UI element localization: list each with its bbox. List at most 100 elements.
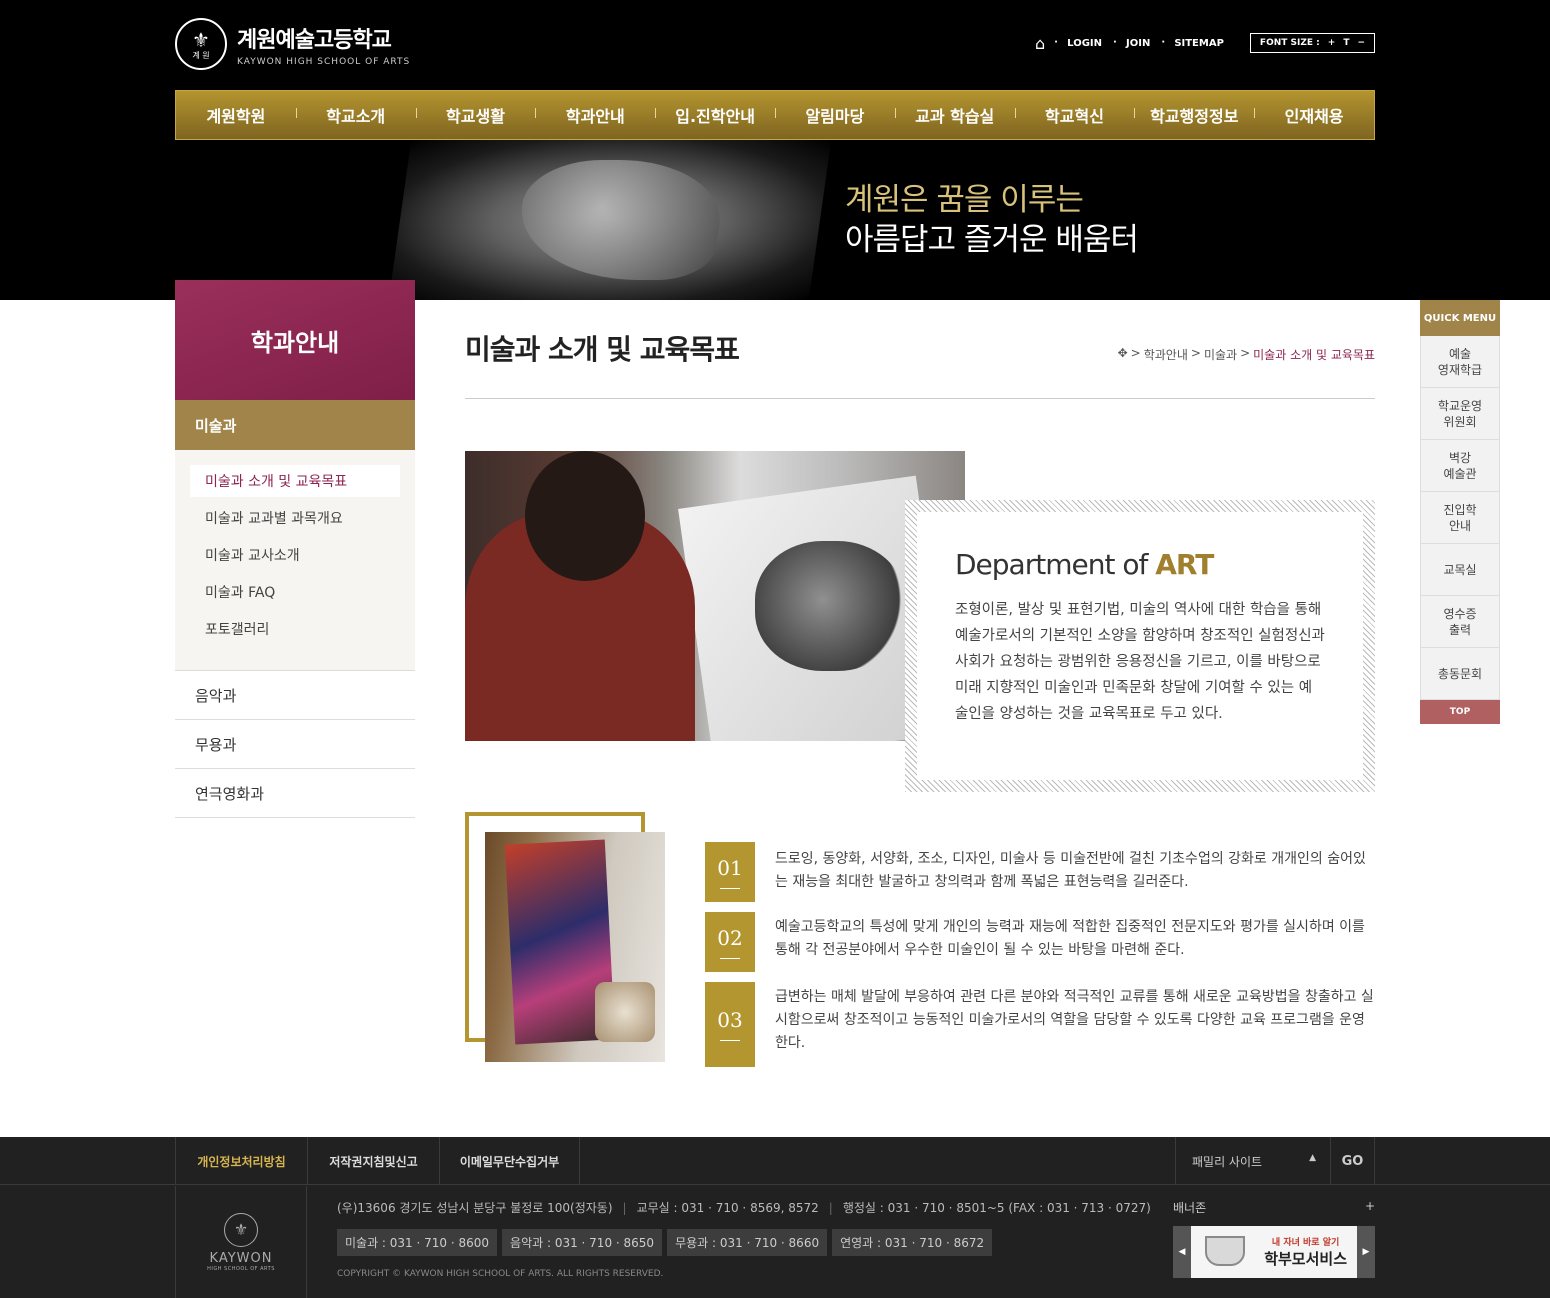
goal-text: 급변하는 매체 발달에 부응하여 관련 다른 분야와 적극적인 교류를 통해 새… (775, 989, 1374, 1051)
breadcrumb-separator: > (1130, 346, 1141, 360)
page-title: 미술과 소개 및 교육목표 (465, 333, 740, 366)
footer-link-email-refusal[interactable]: 이메일무단수집거부 (439, 1137, 580, 1185)
logo-english-name: KAYWON HIGH SCHOOL OF ARTS (237, 56, 411, 67)
main-navigation: 계원학원 학교소개 학교생활 학과안내 입.진학안내 알림마당 교과 학습실 학… (175, 90, 1375, 140)
footer-emblem-icon: ⚜ (224, 1212, 258, 1247)
font-size-control: FONT SIZE : + T − (1249, 33, 1375, 53)
banner-subtitle: 내 자녀 바로 알기 (1271, 1238, 1340, 1248)
footer-logo: ⚜ KAYWON HIGH SCHOOL OF ARTS (175, 1186, 307, 1298)
quick-item-school-committee[interactable]: 학교운영 위원회 (1420, 388, 1500, 440)
scroll-top-button[interactable]: TOP (1420, 700, 1500, 724)
goal-number: 03 (705, 982, 755, 1067)
banner-zone-header: 배너존 + (1173, 1199, 1375, 1216)
department-heading-text: Department of (955, 548, 1148, 581)
footer-logo-sub: HIGH SCHOOL OF ARTS (207, 1265, 275, 1272)
education-goal-3: 03 급변하는 매체 발달에 부응하여 관련 다른 분야와 적극적인 교류를 통… (705, 982, 1375, 1067)
admin-office-phone: 행정실 : 031 · 710 · 8501~5 (FAX : 031 · 71… (819, 1199, 1151, 1216)
hero-slogan-line2: 아름답고 즐거운 배움터 (845, 222, 1139, 258)
font-size-reset-button[interactable]: T (1343, 38, 1349, 48)
photo-student-head (525, 451, 645, 581)
department-intro-inner: Department of ART 조형이론, 발상 및 표현기법, 미술의 역… (917, 512, 1363, 780)
subnav-item-faq[interactable]: 미술과 FAQ (190, 576, 400, 608)
quick-item-chaplain-office[interactable]: 교목실 (1420, 544, 1500, 596)
gnb-item-classrooms[interactable]: 교과 학습실 (894, 103, 1015, 127)
footer-nav: 개인정보처리방침 저작권지침및신고 이메일무단수집거부 패밀리 사이트 ▲ GO (0, 1137, 1550, 1185)
breadcrumb-home-icon[interactable]: ✥ (1118, 346, 1128, 363)
gnb-item-school-life[interactable]: 학교생활 (415, 103, 536, 127)
banner-more-icon[interactable]: + (1365, 1199, 1375, 1216)
footer-link-privacy[interactable]: 개인정보처리방침 (175, 1137, 307, 1185)
utility-nav: ⌂ LOGIN JOIN SITEMAP FONT SIZE : + T − (1035, 33, 1375, 53)
hero-sketch-figure (511, 160, 729, 280)
font-size-decrease-button[interactable]: − (1357, 38, 1365, 48)
side-nav-dance-department[interactable]: 무용과 (175, 720, 415, 769)
breadcrumb-separator: > (1240, 346, 1251, 360)
gnb-item-kaywon-foundation[interactable]: 계원학원 (176, 103, 296, 127)
department-heading: Department of ART (955, 528, 1325, 586)
goal-number: 02 (705, 912, 755, 972)
side-nav-theater-film-department[interactable]: 연극영화과 (175, 769, 415, 818)
phone-theater: 연영과 : 031 · 710 · 8672 (832, 1229, 993, 1256)
home-icon[interactable]: ⌂ (1035, 34, 1045, 53)
goal-text: 드로잉, 동양화, 서양화, 조소, 디자인, 미술사 등 미술전반에 걸친 기… (775, 851, 1366, 890)
quick-menu: QUICK MENU 예술 영재학급 학교운영 위원회 벽강 예술관 진입학 안… (1420, 300, 1500, 724)
quick-item-receipt-print[interactable]: 영수증 출력 (1420, 596, 1500, 648)
photo-sketch (755, 541, 905, 671)
side-nav-music-department[interactable]: 음악과 (175, 671, 415, 720)
subnav-item-teachers[interactable]: 미술과 교사소개 (190, 539, 400, 571)
phone-art: 미술과 : 031 · 710 · 8600 (337, 1229, 498, 1256)
breadcrumb-item-art[interactable]: 미술과 (1204, 346, 1237, 363)
subnav-item-intro-goals[interactable]: 미술과 소개 및 교육목표 (190, 465, 400, 497)
banner-parent-service[interactable]: 내 자녀 바로 알기 학부모서비스 (1191, 1226, 1357, 1278)
family-site-label: 패밀리 사이트 (1192, 1154, 1263, 1169)
gnb-item-notices[interactable]: 알림마당 (774, 103, 895, 127)
gnb-item-admin-info[interactable]: 학교행정정보 (1134, 103, 1254, 127)
copyright: COPYRIGHT © KAYWON HIGH SCHOOL OF ARTS. … (337, 1269, 664, 1279)
font-size-increase-button[interactable]: + (1328, 38, 1336, 48)
quick-item-alumni[interactable]: 총동문회 (1420, 648, 1500, 700)
phone-music: 음악과 : 031 · 710 · 8650 (502, 1229, 663, 1256)
login-link[interactable]: LOGIN (1054, 37, 1114, 49)
quick-item-admission-guide[interactable]: 진입학 안내 (1420, 492, 1500, 544)
quick-item-art-hall[interactable]: 벽강 예술관 (1420, 440, 1500, 492)
sitemap-link[interactable]: SITEMAP (1161, 37, 1236, 49)
goal-number: 01 (705, 842, 755, 902)
banner-title: 학부모서비스 (1264, 1250, 1347, 1268)
breadcrumb: ✥ > 학과안내 > 미술과 > 미술과 소개 및 교육목표 (1118, 346, 1375, 363)
breadcrumb-item-current: 미술과 소개 및 교육목표 (1253, 348, 1375, 362)
education-goal-2: 02 예술고등학교의 특성에 맞게 개인의 능력과 재능에 적합한 집중적인 전… (705, 912, 1375, 972)
student-painting-photo (485, 832, 665, 1062)
breadcrumb-separator: > (1190, 346, 1201, 360)
family-site-select[interactable]: 패밀리 사이트 ▲ (1175, 1137, 1330, 1185)
department-phones: 미술과 : 031 · 710 · 8600 음악과 : 031 · 710 ·… (337, 1229, 993, 1256)
department-heading-accent: ART (1155, 548, 1214, 581)
join-link[interactable]: JOIN (1113, 37, 1162, 49)
footer-address: (우)13606 경기도 성남시 분당구 불정로 100(정자동) 교무실 : … (337, 1199, 1151, 1216)
banner-next-icon[interactable]: ▶ (1357, 1226, 1375, 1278)
gnb-item-departments[interactable]: 학과안내 (535, 103, 655, 127)
gnb-item-innovation[interactable]: 학교혁신 (1014, 103, 1135, 127)
subnav-item-course-overview[interactable]: 미술과 교과별 과목개요 (190, 502, 400, 534)
education-goal-1: 01 드로잉, 동양화, 서양화, 조소, 디자인, 미술사 등 미술전반에 걸… (705, 842, 1375, 902)
quick-item-gifted-class[interactable]: 예술 영재학급 (1420, 336, 1500, 388)
family-site-go-button[interactable]: GO (1330, 1137, 1375, 1185)
department-description: 조형이론, 발상 및 표현기법, 미술의 역사에 대한 학습을 통해 예술가로서… (955, 602, 1325, 722)
goal-text: 예술고등학교의 특성에 맞게 개인의 능력과 재능에 적합한 집중적인 전문지도… (775, 919, 1365, 958)
breadcrumb-item-departments[interactable]: 학과안내 (1144, 346, 1188, 363)
banner-prev-icon[interactable]: ◀ (1173, 1226, 1191, 1278)
side-subnav: 미술과 소개 및 교육목표 미술과 교과별 과목개요 미술과 교사소개 미술과 … (175, 450, 415, 671)
site-logo[interactable]: 계 원 계원예술고등학교 KAYWON HIGH SCHOOL OF ARTS (175, 18, 410, 70)
side-nav-art-department[interactable]: 미술과 (175, 400, 415, 450)
gnb-item-admissions[interactable]: 입.진학안내 (655, 103, 775, 127)
quick-menu-title: QUICK MENU (1420, 300, 1500, 336)
title-divider (465, 398, 1375, 399)
footer-link-copyright[interactable]: 저작권지침및신고 (307, 1137, 439, 1185)
gnb-item-school-intro[interactable]: 학교소개 (295, 103, 416, 127)
caret-up-icon: ▲ (1309, 1153, 1316, 1163)
phone-dance: 무용과 : 031 · 710 · 8660 (667, 1229, 828, 1256)
coffee-cup-icon (1205, 1236, 1245, 1266)
logo-korean-name: 계원예술고등학교 (237, 27, 392, 53)
emblem-text: 계 원 (192, 51, 210, 60)
gnb-item-recruitment[interactable]: 인재채용 (1254, 103, 1374, 127)
subnav-item-photo-gallery[interactable]: 포토갤러리 (190, 613, 400, 645)
